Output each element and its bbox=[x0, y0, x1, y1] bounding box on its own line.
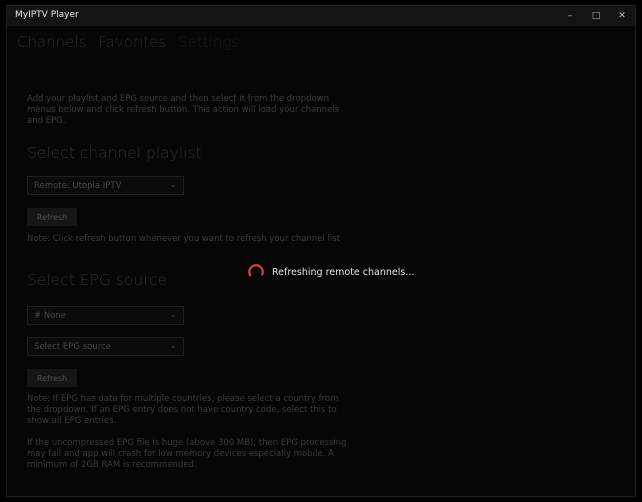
app-window: MyIPTV Player – □ ✕ Channels Favorites S… bbox=[6, 5, 636, 497]
window-title: MyIPTV Player bbox=[15, 10, 79, 20]
loading-spinner-icon bbox=[248, 264, 264, 280]
loading-overlay bbox=[7, 26, 635, 496]
title-bar[interactable]: MyIPTV Player – □ ✕ bbox=[7, 6, 635, 26]
loading-message: Refreshing remote channels... bbox=[272, 266, 415, 278]
minimize-button[interactable]: – bbox=[557, 6, 583, 26]
loading-indicator: Refreshing remote channels... bbox=[247, 263, 414, 281]
maximize-button[interactable]: □ bbox=[583, 6, 609, 26]
close-button[interactable]: ✕ bbox=[609, 6, 635, 26]
